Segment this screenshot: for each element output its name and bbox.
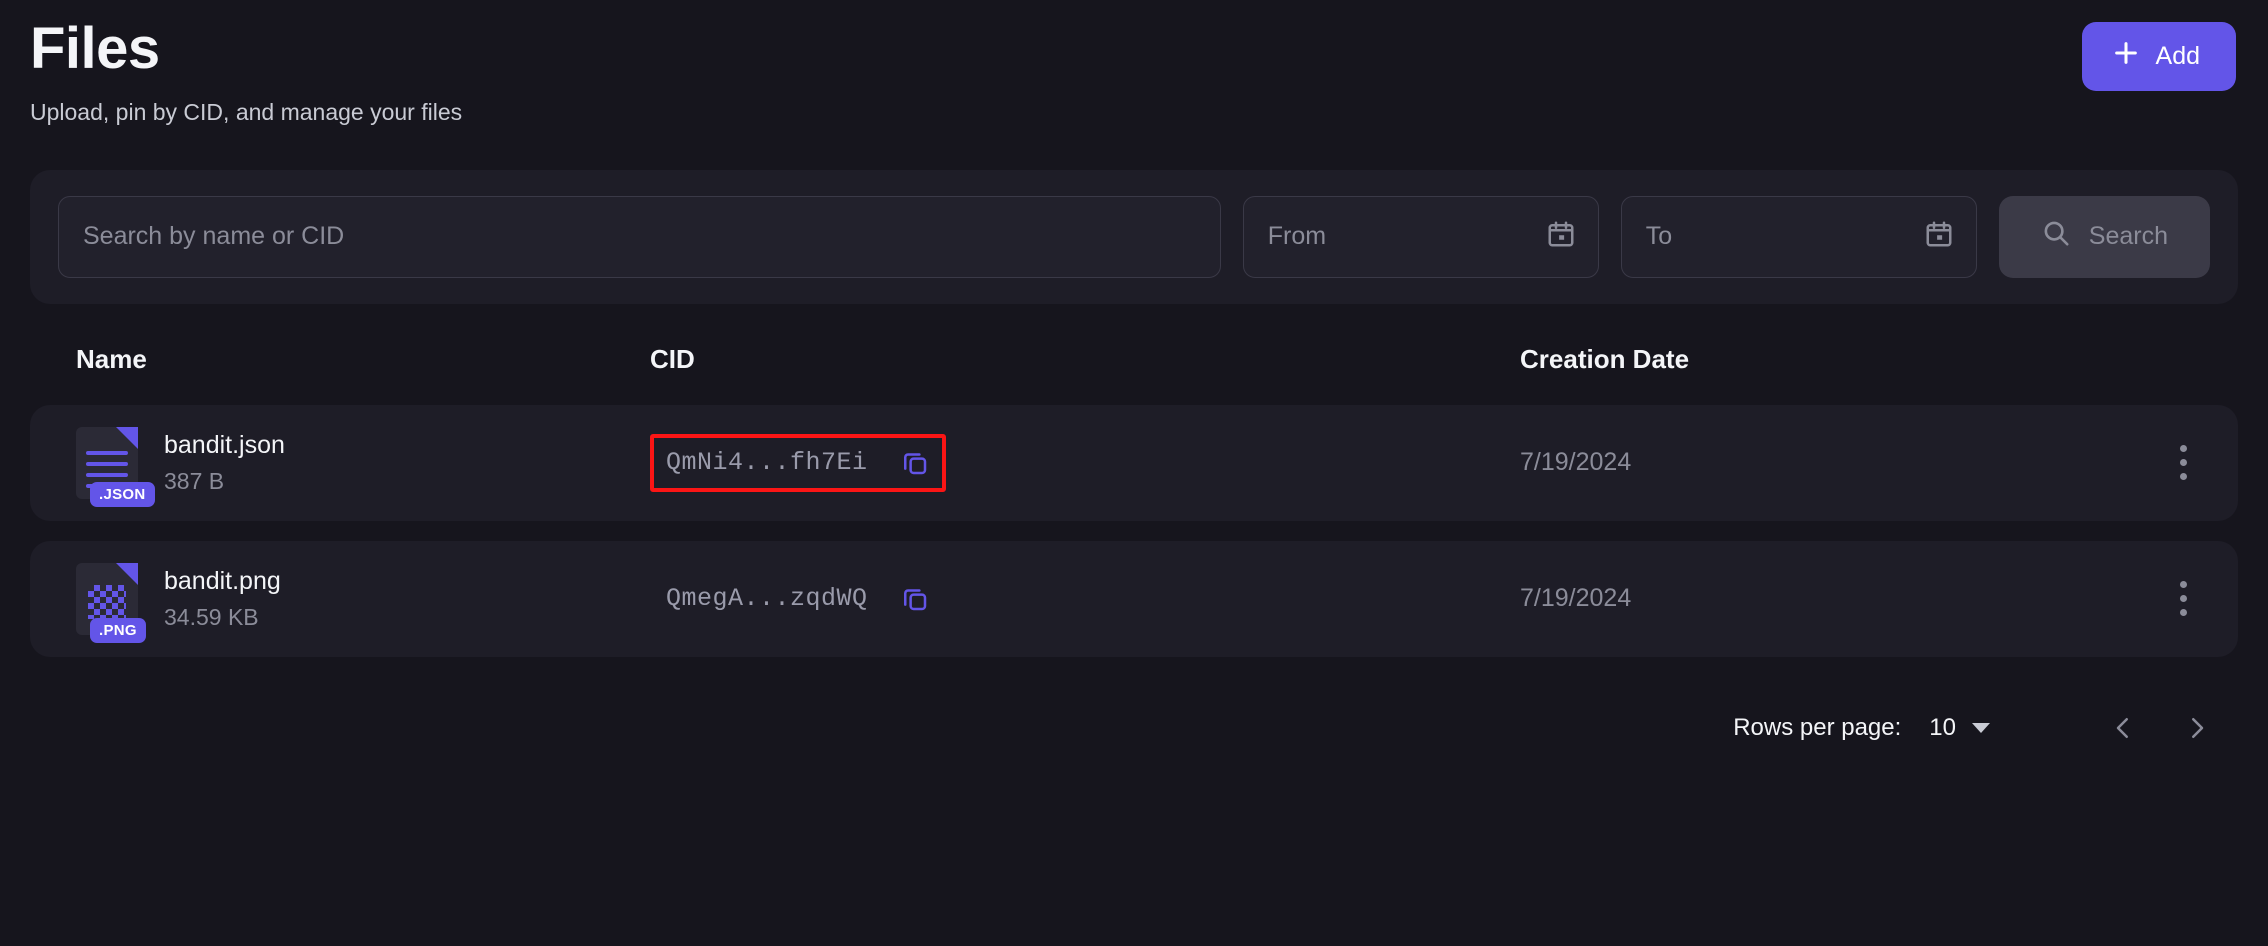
json-file-icon: .JSON <box>76 426 155 507</box>
file-creation-date: 7/19/2024 <box>1520 448 1632 477</box>
add-button-label: Add <box>2155 42 2200 70</box>
kebab-menu-icon[interactable] <box>2128 581 2238 617</box>
cid-text: QmNi4...fh7Ei <box>666 448 868 478</box>
page-navigation <box>2108 713 2212 743</box>
chevron-left-icon[interactable] <box>2108 713 2138 743</box>
page-subtitle: Upload, pin by CID, and manage your file… <box>30 98 463 125</box>
table-header-row: Name CID Creation Date <box>30 304 2238 405</box>
file-size: 387 B <box>164 467 225 494</box>
rows-per-page-value: 10 <box>1929 713 1956 741</box>
kebab-menu-icon[interactable] <box>2128 445 2238 481</box>
table-row[interactable]: .PNG bandit.png 34.59 KB QmegA...zqdWQ 7… <box>30 540 2238 657</box>
table-row[interactable]: .JSON bandit.json 387 B QmNi4...fh7Ei 7/… <box>30 404 2238 521</box>
files-page: Files Upload, pin by CID, and manage you… <box>0 0 2268 946</box>
pagination: Rows per page: 10 <box>30 677 2238 743</box>
date-to-input[interactable]: To <box>1620 195 1977 278</box>
search-input-placeholder: Search by name or CID <box>83 222 345 251</box>
calendar-icon[interactable] <box>1924 219 1954 254</box>
copy-icon[interactable] <box>900 448 930 478</box>
cid-text: QmegA...zqdWQ <box>666 584 868 614</box>
file-size: 34.59 KB <box>164 603 259 630</box>
column-header-name: Name <box>76 343 147 374</box>
calendar-icon[interactable] <box>1546 219 1576 254</box>
file-cid-cell: QmNi4...fh7Ei <box>650 433 1520 492</box>
png-file-icon: .PNG <box>76 562 146 643</box>
filter-bar: Search by name or CID From To Search <box>30 169 2238 304</box>
cid-container[interactable]: QmegA...zqdWQ <box>650 570 946 628</box>
file-name: bandit.png <box>164 566 281 595</box>
cid-highlight-box[interactable]: QmNi4...fh7Ei <box>650 433 946 492</box>
copy-icon[interactable] <box>900 584 930 614</box>
chevron-right-icon[interactable] <box>2182 713 2212 743</box>
page-header: Files Upload, pin by CID, and manage you… <box>30 0 2238 126</box>
file-name-cell: .PNG bandit.png 34.59 KB <box>30 562 650 643</box>
add-button[interactable]: Add <box>2081 22 2236 91</box>
column-header-creation-date: Creation Date <box>1520 343 1690 374</box>
file-cid-cell: QmegA...zqdWQ <box>650 570 1520 628</box>
date-to-placeholder: To <box>1645 222 1673 251</box>
file-extension-badge: .PNG <box>90 617 146 643</box>
file-creation-date: 7/19/2024 <box>1520 584 1632 613</box>
chevron-down-icon <box>1972 722 1990 733</box>
title-block: Files Upload, pin by CID, and manage you… <box>30 16 463 126</box>
page-title: Files <box>30 16 160 81</box>
search-button[interactable]: Search <box>1998 195 2210 278</box>
file-extension-badge: .JSON <box>90 481 155 507</box>
plus-icon <box>2112 39 2140 74</box>
date-from-input[interactable]: From <box>1242 195 1599 278</box>
search-input[interactable]: Search by name or CID <box>58 195 1221 278</box>
date-from-placeholder: From <box>1267 222 1327 251</box>
file-name: bandit.json <box>164 430 285 459</box>
rows-per-page-select[interactable]: 10 <box>1929 714 1990 742</box>
column-header-cid: CID <box>650 343 695 374</box>
search-button-label: Search <box>2088 222 2168 251</box>
file-name-cell: .JSON bandit.json 387 B <box>30 426 650 507</box>
search-icon <box>2041 218 2071 255</box>
rows-per-page-label: Rows per page: <box>1733 713 1902 741</box>
